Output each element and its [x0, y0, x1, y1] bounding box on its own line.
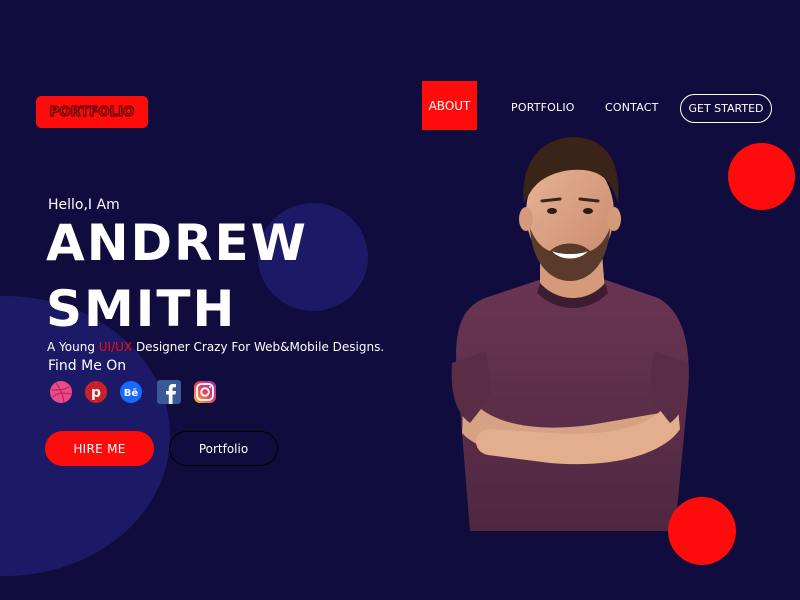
hire-me-button[interactable]: HIRE ME: [45, 431, 154, 466]
logo[interactable]: PORTFOLIO: [36, 96, 148, 128]
portfolio-button[interactable]: Portfolio: [169, 431, 278, 466]
logo-text: PORTFOLIO: [49, 104, 135, 120]
first-name-heading: ANDREW: [46, 214, 308, 272]
instagram-icon[interactable]: [193, 380, 217, 404]
facebook-icon[interactable]: [157, 380, 181, 404]
tagline: A Young UI/UX Designer Crazy For Web&Mob…: [47, 340, 384, 354]
profile-photo: [440, 133, 700, 531]
decorative-red-circle: [668, 497, 736, 565]
nav-contact[interactable]: CONTACT: [605, 101, 659, 114]
behance-icon[interactable]: Bē: [119, 380, 143, 404]
last-name-heading: SMITH: [46, 280, 237, 338]
tagline-accent: UI/UX: [98, 340, 133, 354]
tagline-post: Designer Crazy For Web&Mobile Designs.: [132, 340, 385, 354]
pinterest-icon[interactable]: p: [84, 380, 108, 404]
get-started-button[interactable]: GET STARTED: [680, 94, 772, 123]
tagline-pre: A Young: [47, 340, 99, 354]
find-me-label: Find Me On: [48, 358, 127, 374]
nav-about[interactable]: ABOUT: [422, 81, 477, 130]
svg-text:p: p: [91, 385, 101, 401]
dribbble-icon[interactable]: [49, 380, 73, 404]
nav-portfolio[interactable]: PORTFOLIO: [511, 101, 575, 114]
svg-text:Bē: Bē: [124, 388, 139, 399]
landing-page: PORTFOLIO ABOUT PORTFOLIO CONTACT GET ST…: [0, 0, 800, 600]
greeting: Hello,I Am: [48, 197, 120, 213]
decorative-red-circle: [728, 143, 795, 210]
